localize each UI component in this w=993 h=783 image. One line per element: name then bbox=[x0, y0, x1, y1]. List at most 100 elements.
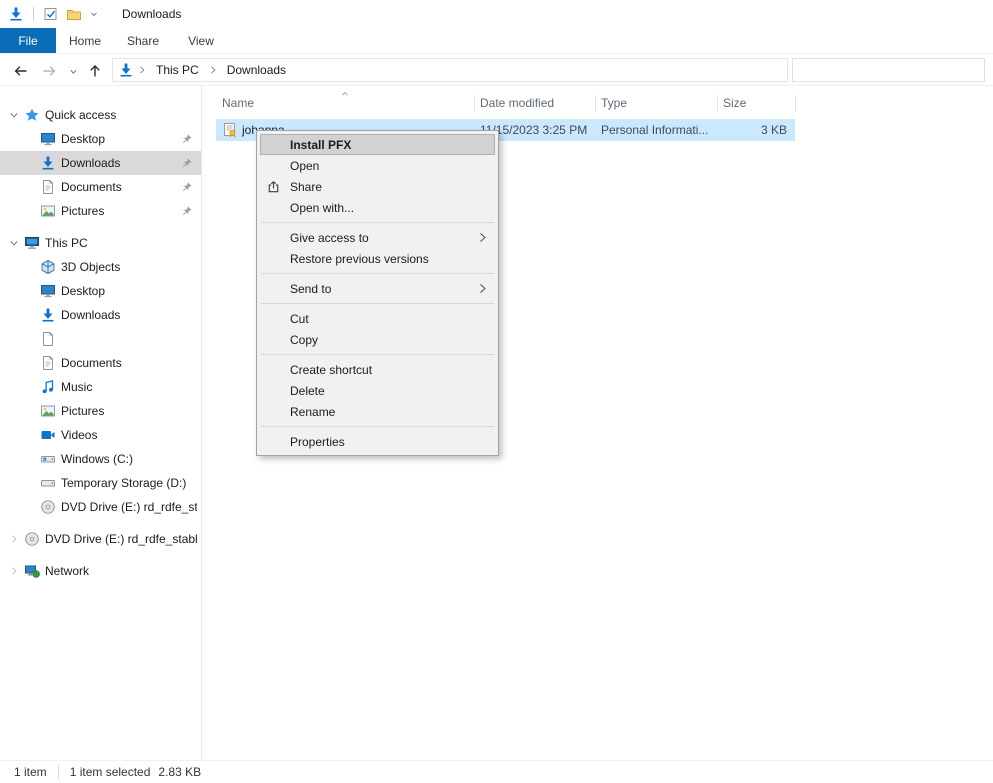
column-divider[interactable] bbox=[795, 95, 796, 112]
sidebar-item-this-pc[interactable]: This PC bbox=[0, 231, 201, 255]
column-header-type[interactable]: Type bbox=[595, 88, 717, 118]
up-icon bbox=[87, 63, 103, 79]
menu-separator bbox=[261, 354, 494, 355]
search-box[interactable] bbox=[792, 58, 985, 82]
sidebar-item-desktop-pc[interactable]: Desktop bbox=[0, 279, 201, 303]
sidebar-item-label: This PC bbox=[45, 236, 197, 250]
tab-home[interactable]: Home bbox=[56, 28, 114, 53]
column-divider[interactable] bbox=[474, 95, 475, 112]
status-item-count: 1 item bbox=[14, 765, 47, 779]
chevron-right-icon[interactable] bbox=[6, 531, 22, 547]
recent-locations-caret-icon bbox=[68, 66, 79, 77]
menu-item-copy[interactable]: Copy bbox=[257, 329, 498, 350]
breadcrumb-this-pc[interactable]: This PC bbox=[150, 63, 205, 77]
properties-check-icon[interactable] bbox=[43, 6, 59, 22]
new-folder-icon[interactable] bbox=[66, 6, 82, 22]
certificate-file-icon bbox=[222, 122, 238, 138]
submenu-chevron-icon bbox=[476, 282, 489, 295]
column-header-size[interactable]: Size bbox=[717, 88, 795, 118]
sidebar-item-documents[interactable]: Documents bbox=[0, 175, 201, 199]
document-icon bbox=[40, 355, 56, 371]
sidebar-item-label: Downloads bbox=[61, 156, 197, 170]
sidebar-item-label: 3D Objects bbox=[61, 260, 197, 274]
sidebar-item-videos[interactable]: Videos bbox=[0, 423, 201, 447]
menu-item-install-pfx[interactable]: Install PFX bbox=[260, 134, 495, 155]
sidebar-item-network[interactable]: Network bbox=[0, 559, 201, 583]
file-type: Personal Informati... bbox=[601, 119, 708, 141]
menu-item-label: Give access to bbox=[290, 231, 369, 245]
titlebar-divider bbox=[33, 7, 34, 21]
sidebar-item-label: Network bbox=[45, 564, 197, 578]
document-icon bbox=[40, 179, 56, 195]
menu-item-label: Install PFX bbox=[290, 138, 351, 152]
breadcrumb-downloads[interactable]: Downloads bbox=[221, 63, 292, 77]
menu-item-properties[interactable]: Properties bbox=[257, 431, 498, 452]
sidebar-item-music[interactable]: Music bbox=[0, 375, 201, 399]
sidebar-item-3d-objects[interactable]: 3D Objects bbox=[0, 255, 201, 279]
sidebar-item-temporary-storage-d[interactable]: Temporary Storage (D:) bbox=[0, 471, 201, 495]
chevron-right-icon[interactable] bbox=[6, 563, 22, 579]
breadcrumb-chevron-icon[interactable] bbox=[208, 65, 218, 75]
column-divider[interactable] bbox=[595, 95, 596, 112]
menu-item-cut[interactable]: Cut bbox=[257, 308, 498, 329]
file-size: 3 KB bbox=[711, 119, 787, 141]
sidebar-item-label: Quick access bbox=[45, 108, 197, 122]
sidebar-item-quick-access[interactable]: Quick access bbox=[0, 103, 201, 127]
menu-separator bbox=[261, 426, 494, 427]
dvd-icon bbox=[40, 499, 56, 515]
menu-item-label: Copy bbox=[290, 333, 318, 347]
menu-item-open[interactable]: Open bbox=[257, 155, 498, 176]
sidebar-item-label: Videos bbox=[61, 428, 197, 442]
column-header-date-modified[interactable]: Date modified bbox=[474, 88, 595, 118]
menu-item-give-access-to[interactable]: Give access to bbox=[257, 227, 498, 248]
sidebar-item-label: Downloads bbox=[61, 308, 197, 322]
forward-button[interactable] bbox=[40, 62, 58, 80]
sidebar-item-pictures-pc[interactable]: Pictures bbox=[0, 399, 201, 423]
window-title: Downloads bbox=[122, 7, 181, 21]
sidebar-item-dvd-drive-e[interactable]: DVD Drive (E:) rd_rdfe_stable bbox=[0, 495, 201, 519]
menu-item-send-to[interactable]: Send to bbox=[257, 278, 498, 299]
menu-item-open-with[interactable]: Open with... bbox=[257, 197, 498, 218]
sidebar-item-desktop[interactable]: Desktop bbox=[0, 127, 201, 151]
downloads-icon bbox=[40, 155, 56, 171]
tab-file[interactable]: File bbox=[0, 28, 56, 53]
menu-item-restore-previous-versions[interactable]: Restore previous versions bbox=[257, 248, 498, 269]
sidebar-item-pictures[interactable]: Pictures bbox=[0, 199, 201, 223]
file-icon bbox=[40, 331, 56, 347]
column-header-name[interactable]: Name bbox=[216, 88, 474, 118]
column-divider[interactable] bbox=[717, 95, 718, 112]
video-icon bbox=[40, 427, 56, 443]
pin-icon bbox=[181, 181, 193, 193]
qat-dropdown-icon[interactable] bbox=[89, 9, 99, 19]
sidebar-item-windows-c[interactable]: Windows (C:) bbox=[0, 447, 201, 471]
tab-view[interactable]: View bbox=[172, 28, 230, 53]
menu-item-label: Rename bbox=[290, 405, 335, 419]
breadcrumb-chevron-icon[interactable] bbox=[137, 65, 147, 75]
downloads-folder-icon[interactable] bbox=[8, 6, 24, 22]
back-button[interactable] bbox=[12, 62, 30, 80]
sidebar-item-label: Temporary Storage (D:) bbox=[61, 476, 197, 490]
ribbon-tab-bar: File Home Share View bbox=[0, 28, 993, 54]
tab-share[interactable]: Share bbox=[114, 28, 172, 53]
computer-icon bbox=[24, 235, 40, 251]
sidebar-item-downloads[interactable]: Downloads bbox=[0, 151, 201, 175]
menu-item-rename[interactable]: Rename bbox=[257, 401, 498, 422]
menu-separator bbox=[261, 273, 494, 274]
pin-icon bbox=[181, 157, 193, 169]
menu-item-create-shortcut[interactable]: Create shortcut bbox=[257, 359, 498, 380]
sidebar-item-dvd-drive-e-root[interactable]: DVD Drive (E:) rd_rdfe_stable. bbox=[0, 527, 201, 551]
up-button[interactable] bbox=[86, 62, 104, 80]
sidebar-item-label: Windows (C:) bbox=[61, 452, 197, 466]
chevron-down-icon[interactable] bbox=[6, 235, 22, 251]
menu-item-delete[interactable]: Delete bbox=[257, 380, 498, 401]
recent-locations-dropdown[interactable] bbox=[64, 62, 82, 80]
sidebar-item-unnamed[interactable] bbox=[0, 327, 201, 351]
menu-item-share[interactable]: Share bbox=[257, 176, 498, 197]
chevron-down-icon[interactable] bbox=[6, 107, 22, 123]
sidebar-item-documents-pc[interactable]: Documents bbox=[0, 351, 201, 375]
navigation-pane: Quick access Desktop Downloads Documents… bbox=[0, 86, 202, 760]
navigation-bar: This PC Downloads bbox=[0, 54, 993, 86]
music-icon bbox=[40, 379, 56, 395]
sidebar-item-downloads-pc[interactable]: Downloads bbox=[0, 303, 201, 327]
address-bar[interactable]: This PC Downloads bbox=[112, 58, 788, 82]
